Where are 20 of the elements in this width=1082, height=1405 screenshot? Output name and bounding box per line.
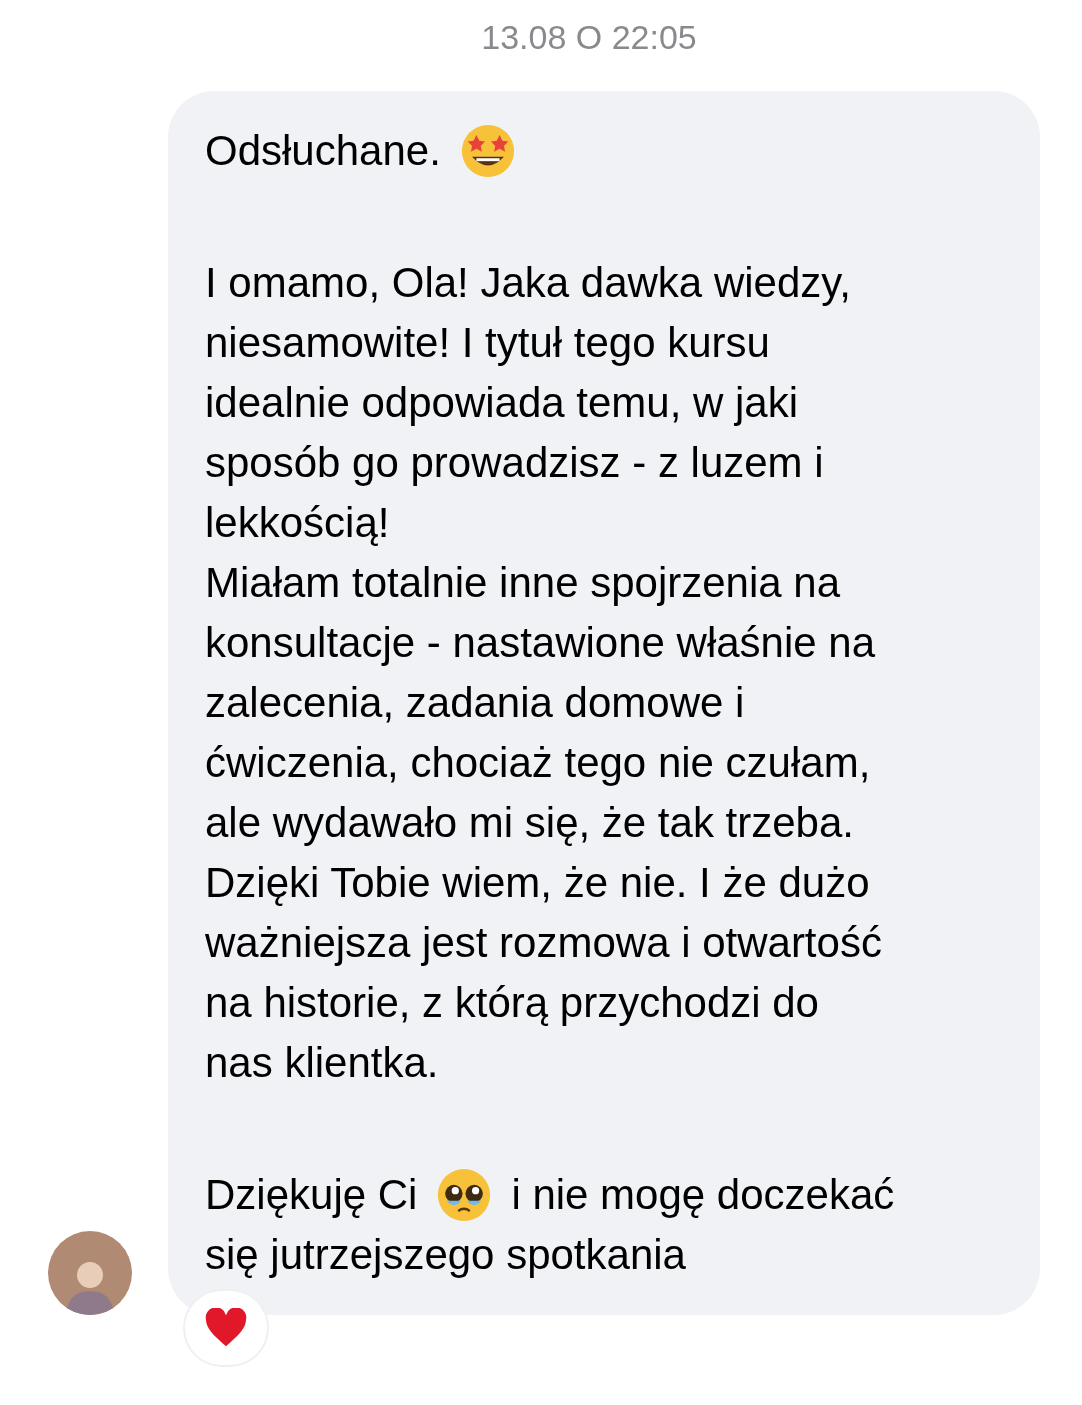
- message-text: się jutrzejszego spotkania: [205, 1230, 686, 1280]
- message-text: zalecenia, zadania domowe i: [205, 678, 745, 728]
- message-text: na historie, z którą przychodzi do: [205, 978, 819, 1028]
- message-text: Odsłuchane.: [205, 126, 441, 176]
- message-text: Dzięki Tobie wiem, że nie. I że dużo: [205, 858, 870, 908]
- message-text: i nie mogę doczekać: [511, 1170, 895, 1220]
- message-text: Miałam totalnie inne spojrzenia na: [205, 558, 841, 608]
- heart-icon: [204, 1308, 248, 1348]
- message-text: ważniejsza jest rozmowa i otwartość: [205, 918, 882, 968]
- message-text: Dziękuję Ci: [205, 1170, 418, 1220]
- message-text: ale wydawało mi się, że tak trzeba.: [205, 798, 854, 848]
- message-text: niesamowite! I tytuł tego kursu: [205, 318, 770, 368]
- message-text: ćwiczenia, chociaż tego nie czułam,: [205, 738, 871, 788]
- message-text: konsultacje - nastawione właśnie na: [205, 618, 876, 668]
- message-text: nas klientka.: [205, 1038, 439, 1088]
- message-text: idealnie odpowiada temu, w jaki: [205, 378, 799, 428]
- message-text: sposób go prowadzisz - z luzem i: [205, 438, 824, 488]
- message-text: lekkością!: [205, 498, 390, 548]
- message-text: I omamo, Ola! Jaka dawka wiedzy,: [205, 258, 851, 308]
- timestamp: 13.08 O 22:05: [481, 17, 697, 58]
